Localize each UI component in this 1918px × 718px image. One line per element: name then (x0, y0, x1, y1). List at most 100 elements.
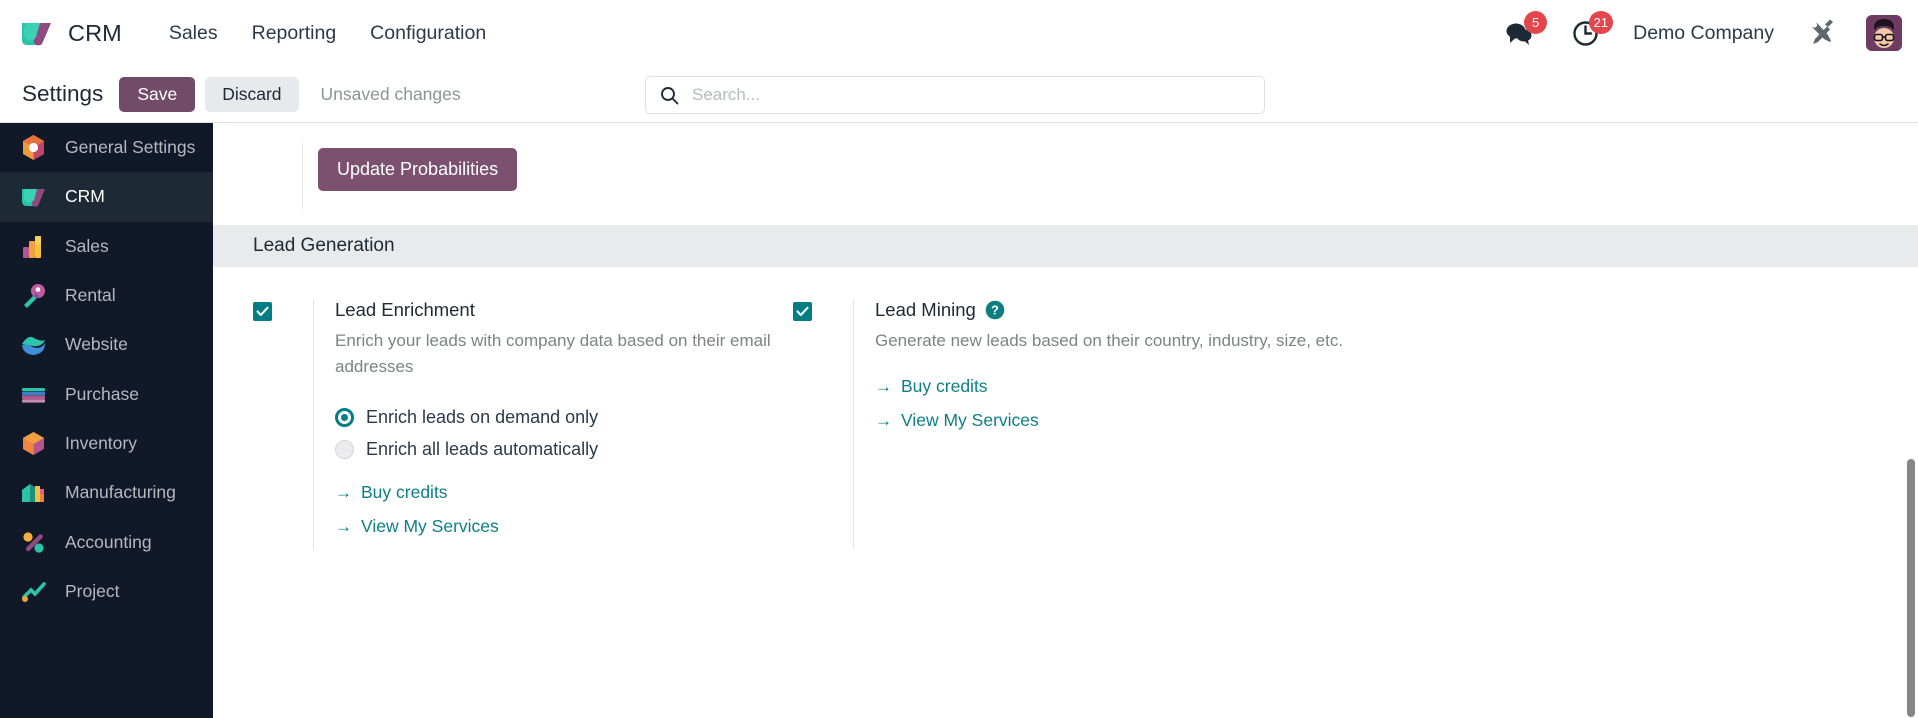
update-probabilities-button[interactable]: Update Probabilities (318, 148, 518, 191)
radio-automatic-indicator[interactable] (335, 439, 354, 459)
messages-menu-button[interactable]: 5 (1499, 11, 1548, 53)
update-probabilities-row: Update Probabilities (213, 123, 1918, 225)
lead-enrichment-checkbox-cell (253, 299, 313, 321)
lead-enrichment-title: Lead Enrichment (335, 299, 793, 321)
radio-option-on-demand[interactable]: Enrich leads on demand only (335, 407, 793, 428)
sidebar-item-label: Website (65, 334, 128, 355)
sidebar-item-sales[interactable]: Sales (0, 222, 213, 271)
crm-icon (22, 189, 45, 207)
sidebar-item-purchase[interactable]: Purchase (0, 369, 213, 418)
lead-mining-title-text: Lead Mining (875, 299, 976, 320)
main-menu: Sales Reporting Configuration (152, 16, 503, 51)
content-scrollbar-track[interactable] (1903, 123, 1918, 718)
arrow-right-icon: → (875, 377, 892, 397)
field-value-column: Update Probabilities (303, 143, 518, 191)
lead-enrichment-links: → Buy credits → View My Services (335, 482, 793, 537)
lead-enrichment-description: Enrich your leads with company data base… (335, 331, 771, 377)
link-label[interactable]: View My Services (901, 410, 1039, 431)
website-globe-icon (22, 337, 45, 356)
menu-item-configuration[interactable]: Configuration (353, 16, 503, 51)
menu-item-reporting[interactable]: Reporting (235, 16, 354, 51)
discard-button[interactable]: Discard (205, 76, 299, 112)
sidebar-item-manufacturing[interactable]: Manufacturing (0, 468, 213, 517)
sidebar-item-label: Inventory (65, 432, 137, 453)
settings-gear-icon (23, 135, 44, 161)
sidebar-item-label: Accounting (65, 531, 152, 552)
sidebar-item-rental[interactable]: Rental (0, 271, 213, 320)
search-container (645, 76, 1265, 114)
svg-text:?: ? (991, 304, 999, 318)
brand-name[interactable]: CRM (68, 20, 122, 47)
lead-enrichment-checkbox[interactable] (253, 302, 272, 321)
search-icon (661, 86, 679, 104)
sidebar-item-crm[interactable]: CRM (0, 172, 213, 222)
odoo-crm-logo-icon[interactable] (18, 16, 56, 50)
lead-enrichment-title-text: Lead Enrichment (335, 299, 475, 320)
lead-mining-title: Lead Mining ? (875, 299, 1343, 321)
lead-mining-view-services-link[interactable]: → View My Services (875, 410, 1343, 431)
settings-content: Update Probabilities Lead Generation Lea… (213, 123, 1918, 718)
project-icon (22, 582, 46, 602)
link-label[interactable]: Buy credits (361, 482, 448, 503)
sidebar-item-label: CRM (65, 186, 105, 207)
messages-badge-count: 5 (1524, 11, 1548, 34)
wrench-screwdriver-icon[interactable] (1806, 16, 1840, 50)
lead-mining-setting: Lead Mining ? Generate new leads based o… (793, 299, 1493, 550)
lead-mining-checkbox[interactable] (793, 302, 812, 321)
searchbar[interactable] (645, 76, 1265, 114)
arrow-right-icon: → (335, 516, 352, 536)
top-navbar: CRM Sales Reporting Configuration 5 21 D… (0, 0, 1918, 66)
activities-badge-count: 21 (1588, 11, 1614, 34)
lead-enrichment-radio-group: Enrich leads on demand only Enrich all l… (335, 407, 793, 460)
predictive-lead-scoring-block: Update Probabilities (213, 123, 1918, 225)
rental-key-icon (24, 284, 45, 309)
control-panel: Settings Save Discard Unsaved changes (0, 66, 1918, 123)
arrow-right-icon: → (875, 411, 892, 431)
search-input[interactable] (692, 85, 1264, 105)
lead-mining-body: Lead Mining ? Generate new leads based o… (853, 299, 1343, 549)
user-avatar[interactable] (1866, 15, 1902, 51)
lead-enrichment-buy-credits-link[interactable]: → Buy credits (335, 482, 793, 503)
sidebar-item-label: Manufacturing (65, 482, 176, 503)
sidebar-item-website[interactable]: Website (0, 320, 213, 369)
inventory-box-icon (23, 431, 44, 455)
section-title: Lead Generation (253, 235, 395, 256)
page-title: Settings (22, 81, 104, 106)
lead-mining-row: Lead Mining ? Generate new leads based o… (793, 299, 1493, 549)
link-label[interactable]: View My Services (361, 516, 499, 537)
lead-enrichment-row: Lead Enrichment Enrich your leads with c… (253, 299, 793, 550)
lead-mining-checkbox-cell (793, 299, 853, 321)
settings-grid: Lead Enrichment Enrich your leads with c… (213, 267, 1918, 550)
lead-mining-links: → Buy credits → View My Services (875, 376, 1343, 431)
save-button[interactable]: Save (119, 76, 196, 112)
lead-enrichment-view-services-link[interactable]: → View My Services (335, 516, 793, 537)
lead-enrichment-setting: Lead Enrichment Enrich your leads with c… (213, 299, 793, 550)
sidebar-item-general-settings[interactable]: General Settings (0, 123, 213, 172)
sidebar-item-label: General Settings (65, 137, 196, 158)
unsaved-changes-status: Unsaved changes (320, 83, 461, 104)
sidebar-item-inventory[interactable]: Inventory (0, 419, 213, 468)
purchase-card-icon (22, 387, 45, 403)
radio-on-demand-indicator[interactable] (335, 407, 354, 427)
radio-on-demand-label: Enrich leads on demand only (366, 406, 599, 427)
lead-mining-description: Generate new leads based on their countr… (875, 331, 1344, 350)
section-header-lead-generation: Lead Generation (213, 225, 1918, 267)
question-mark-help-icon[interactable]: ? (985, 300, 1005, 320)
activities-menu-button[interactable]: 21 (1565, 11, 1614, 53)
sidebar-item-project[interactable]: Project (0, 567, 213, 616)
accounting-percent-icon (23, 531, 44, 553)
settings-sidebar[interactable]: General Settings CRM Sales Rental Websit… (0, 123, 213, 718)
menu-item-sales[interactable]: Sales (152, 16, 235, 51)
sidebar-item-label: Sales (65, 235, 109, 256)
lead-enrichment-body: Lead Enrichment Enrich your leads with c… (313, 299, 793, 550)
sidebar-item-label: Rental (65, 285, 116, 306)
lead-mining-buy-credits-link[interactable]: → Buy credits (875, 376, 1343, 397)
content-scrollbar-thumb[interactable] (1907, 459, 1915, 717)
sidebar-item-accounting[interactable]: Accounting (0, 517, 213, 566)
company-switcher[interactable]: Demo Company (1627, 17, 1780, 50)
link-label[interactable]: Buy credits (901, 376, 988, 397)
radio-automatic-label: Enrich all leads automatically (366, 438, 599, 459)
radio-option-automatic[interactable]: Enrich all leads automatically (335, 439, 793, 460)
sidebar-item-label: Purchase (65, 383, 139, 404)
checkmark-icon (256, 306, 269, 317)
